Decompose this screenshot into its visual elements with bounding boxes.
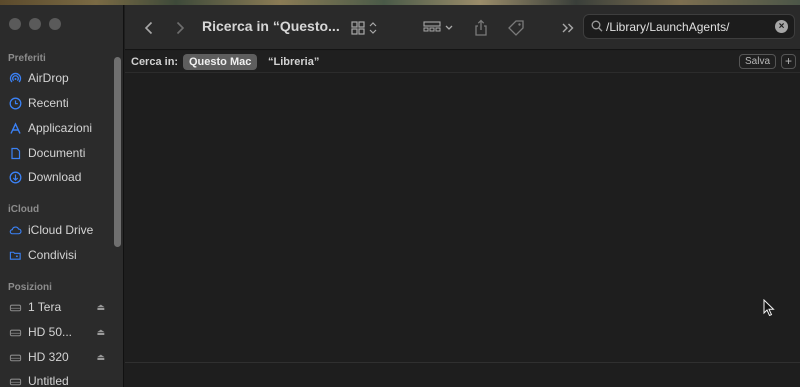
sidebar-item-hd-50[interactable]: HD 50... ⏏: [9, 322, 117, 342]
document-icon: [9, 147, 22, 160]
sidebar-item-label: Condivisi: [28, 248, 77, 262]
drive-icon: [9, 351, 22, 364]
toolbar: Ricerca in “Questo... /Library/LaunchAge…: [125, 5, 800, 50]
sidebar-item-label: Documenti: [28, 146, 86, 160]
search-scope-bar: Cerca in: Questo Mac “Libreria” Salva +: [125, 51, 800, 73]
sidebar-item-recenti[interactable]: Recenti: [9, 93, 117, 113]
sidebar-item-condivisi[interactable]: Condivisi: [9, 245, 117, 265]
save-search-button[interactable]: Salva: [739, 54, 777, 69]
drive-icon: [9, 375, 22, 387]
group-by-icon: [423, 21, 453, 32]
chevron-right-icon: [176, 21, 185, 35]
sidebar-item-label: iCloud Drive: [28, 223, 94, 237]
tag-button[interactable]: [505, 17, 527, 39]
sidebar: Preferiti AirDrop Recenti Applicazioni D…: [0, 5, 124, 387]
window-controls: [9, 18, 61, 30]
sidebar-item-airdrop[interactable]: AirDrop: [9, 68, 117, 88]
search-results-area[interactable]: [125, 74, 800, 362]
minimize-window-button[interactable]: [29, 18, 41, 30]
scope-this-mac-button[interactable]: Questo Mac: [183, 54, 258, 70]
scope-library-button[interactable]: “Libreria”: [268, 56, 319, 68]
sidebar-scrollbar[interactable]: [114, 57, 121, 247]
download-icon: [9, 171, 22, 184]
drive-icon: [9, 326, 22, 339]
sidebar-item-label: Download: [28, 170, 82, 184]
eject-icon[interactable]: ⏏: [96, 352, 105, 363]
shared-folder-icon: [9, 249, 22, 262]
forward-button[interactable]: [170, 17, 190, 39]
back-button[interactable]: [139, 17, 159, 39]
add-criteria-button[interactable]: +: [781, 54, 796, 69]
group-by-button[interactable]: [422, 17, 456, 39]
sidebar-item-label: Applicazioni: [28, 121, 93, 135]
search-icon: [591, 20, 603, 32]
grid-view-icon: [351, 21, 377, 35]
clear-search-icon[interactable]: ×: [775, 20, 788, 33]
drive-icon: [9, 301, 22, 314]
sidebar-item-documenti[interactable]: Documenti: [9, 143, 117, 163]
sidebar-section-favorites: Preferiti: [8, 53, 46, 64]
close-window-button[interactable]: [9, 18, 21, 30]
sidebar-item-1-tera[interactable]: 1 Tera ⏏: [9, 297, 117, 317]
chevron-left-icon: [144, 21, 153, 35]
clock-icon: [9, 97, 22, 110]
sidebar-item-download[interactable]: Download: [9, 167, 117, 187]
mouse-cursor-icon: [763, 299, 775, 317]
eject-icon[interactable]: ⏏: [96, 327, 105, 338]
zoom-window-button[interactable]: [49, 18, 61, 30]
cloud-icon: [9, 224, 22, 237]
more-toolbar-button[interactable]: [558, 17, 578, 39]
share-button[interactable]: [471, 17, 491, 39]
sidebar-item-label: Recenti: [28, 96, 69, 110]
sidebar-section-icloud: iCloud: [8, 204, 40, 215]
applications-icon: [9, 121, 22, 135]
path-bar: [125, 362, 800, 387]
sidebar-item-hd-320[interactable]: HD 320 ⏏: [9, 347, 117, 367]
window-title: Ricerca in “Questo...: [202, 18, 340, 34]
sidebar-item-label: HD 320: [28, 350, 69, 364]
chevron-double-right-icon: [562, 23, 574, 33]
airdrop-icon: [9, 72, 22, 85]
finder-window: Preferiti AirDrop Recenti Applicazioni D…: [0, 5, 800, 387]
search-field[interactable]: ×: [583, 14, 795, 39]
share-icon: [475, 19, 487, 36]
sidebar-item-label: Untitled: [28, 374, 69, 387]
sidebar-item-label: HD 50...: [28, 325, 73, 339]
sidebar-item-applicazioni[interactable]: Applicazioni: [9, 118, 117, 138]
sidebar-item-label: 1 Tera: [28, 300, 62, 314]
search-input[interactable]: [606, 18, 772, 35]
tag-icon: [508, 20, 524, 36]
sidebar-item-icloud-drive[interactable]: iCloud Drive: [9, 220, 117, 240]
eject-icon[interactable]: ⏏: [96, 302, 105, 313]
sidebar-section-locations: Posizioni: [8, 282, 52, 293]
view-options-button[interactable]: [349, 17, 383, 39]
scope-label: Cerca in:: [131, 56, 179, 68]
sidebar-item-label: AirDrop: [28, 71, 69, 85]
sidebar-item-untitled[interactable]: Untitled: [9, 371, 117, 387]
